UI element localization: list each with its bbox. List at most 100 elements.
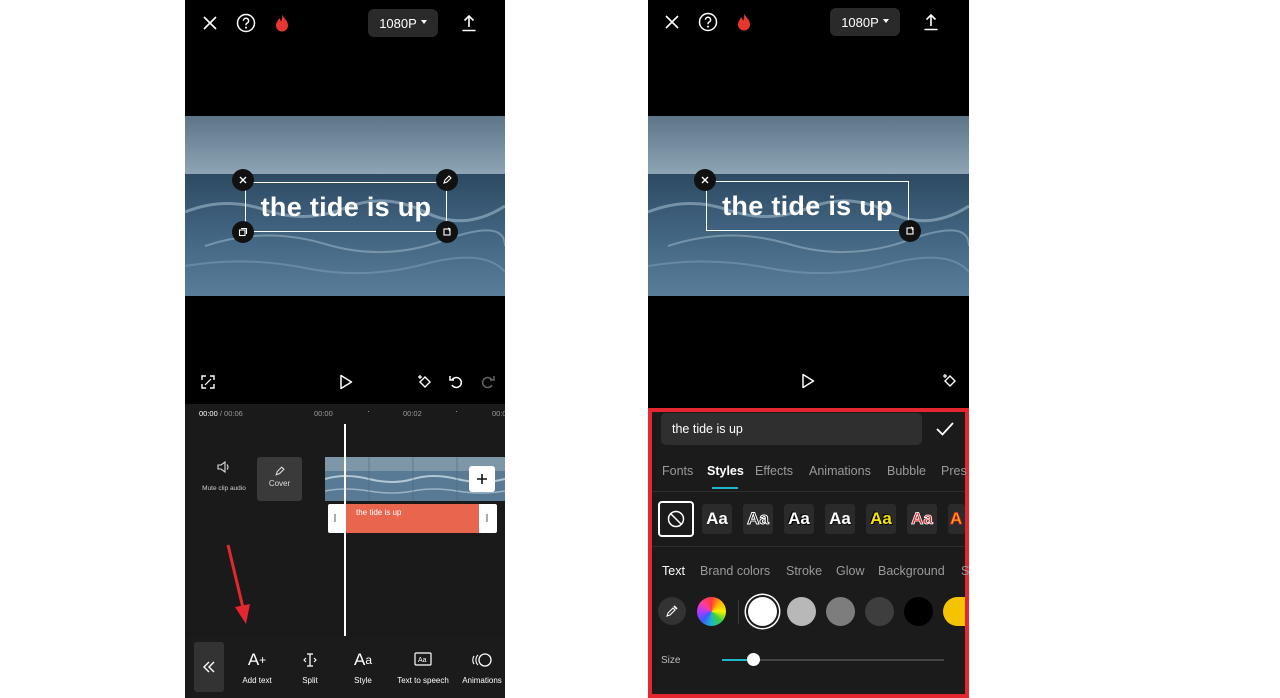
animations-button[interactable]: Animations	[452, 648, 505, 685]
video-preview[interactable]: the tide is up	[648, 116, 969, 296]
playback-controls	[648, 365, 969, 397]
split-button[interactable]: Split	[280, 648, 340, 685]
timeline[interactable]: Mute clip audio Cover the tide is up	[185, 424, 505, 636]
rotate-scale-icon[interactable]	[899, 220, 921, 242]
timecode: 00:00 / 00:06	[199, 409, 243, 418]
play-icon[interactable]	[336, 372, 356, 392]
style-preset[interactable]: Aa	[743, 504, 773, 534]
collapse-button[interactable]	[194, 642, 224, 692]
resolution-dropdown[interactable]: 1080P	[830, 8, 900, 36]
keyframe-icon[interactable]	[415, 372, 435, 392]
tab-effects[interactable]: Effects	[755, 464, 793, 478]
text-overlay-box[interactable]: the tide is up	[706, 181, 909, 231]
tool-label: Style	[354, 676, 372, 685]
color-wheel-swatch[interactable]	[697, 597, 726, 626]
fullscreen-icon[interactable]	[199, 373, 217, 391]
color-swatch[interactable]	[943, 597, 965, 626]
redo-icon[interactable]	[478, 372, 498, 392]
subtab-brand-colors[interactable]: Brand colors	[700, 564, 770, 578]
tab-presets[interactable]: Pres	[941, 464, 967, 478]
editor-screen-left: 1080P the tide is up 00:00 / 00:06 00:00…	[185, 0, 505, 698]
subtab-shadow[interactable]: S	[961, 564, 969, 578]
divider	[738, 600, 739, 624]
help-icon[interactable]	[235, 12, 257, 34]
top-bar: 1080P	[185, 0, 505, 46]
color-swatch[interactable]	[865, 597, 894, 626]
eyedropper-button[interactable]	[658, 597, 686, 625]
text-overlay-box[interactable]: the tide is up	[245, 182, 447, 232]
text-to-speech-button[interactable]: Aa Text to speech	[393, 648, 453, 685]
style-preset[interactable]: Aa	[907, 504, 937, 534]
subtab-text[interactable]: Text	[662, 564, 685, 578]
text-to-speech-icon: Aa	[414, 648, 432, 672]
trim-handle-right[interactable]	[486, 514, 488, 522]
rotate-scale-icon[interactable]	[436, 221, 458, 243]
tool-label: Split	[302, 676, 318, 685]
tool-label: Add text	[242, 676, 272, 685]
playhead[interactable]	[344, 424, 346, 636]
subtab-glow[interactable]: Glow	[836, 564, 864, 578]
style-preset[interactable]: Aa	[784, 504, 814, 534]
mute-clip-audio-button[interactable]: Mute clip audio	[195, 458, 253, 492]
flame-icon[interactable]	[271, 11, 293, 35]
style-preset[interactable]: Aa	[866, 504, 896, 534]
text-overlay: the tide is up	[722, 190, 893, 221]
edit-pencil-icon[interactable]	[436, 169, 458, 191]
close-icon[interactable]	[199, 12, 221, 34]
style-preset[interactable]: A	[948, 504, 965, 534]
time-ruler: 00:00 / 00:06 00:00 · 00:02 · 00:0	[185, 404, 505, 424]
style-preset[interactable]: Aa	[825, 504, 855, 534]
color-swatch[interactable]	[826, 597, 855, 626]
color-swatch[interactable]	[748, 597, 777, 626]
double-chevron-left-icon	[203, 661, 215, 673]
keyframe-icon[interactable]	[940, 371, 960, 391]
delete-handle-icon[interactable]	[232, 169, 254, 191]
add-text-button[interactable]: A + Add text	[227, 648, 287, 685]
style-none-button[interactable]	[658, 501, 694, 537]
delete-handle-icon[interactable]	[694, 169, 716, 191]
style-button[interactable]: Aa Style	[333, 648, 393, 685]
style-preset[interactable]: Aa	[702, 504, 732, 534]
ruler-dot: ·	[455, 406, 458, 416]
cover-button[interactable]: Cover	[257, 457, 302, 501]
speaker-icon	[195, 458, 253, 476]
animations-icon	[470, 648, 494, 672]
ruler-dot: ·	[367, 406, 370, 416]
size-slider-track[interactable]	[722, 653, 944, 666]
tab-animations[interactable]: Animations	[809, 464, 871, 478]
size-slider-handle[interactable]	[747, 653, 761, 666]
export-icon[interactable]	[458, 12, 480, 34]
ruler-mark: 00:02	[403, 409, 422, 418]
text-track-clip[interactable]: the tide is up	[328, 504, 497, 533]
tab-styles[interactable]: Styles	[707, 464, 744, 478]
color-swatch[interactable]	[787, 597, 816, 626]
svg-text:Aa: Aa	[418, 657, 427, 664]
tab-fonts[interactable]: Fonts	[662, 464, 693, 478]
help-icon[interactable]	[697, 11, 719, 33]
close-icon[interactable]	[661, 11, 683, 33]
undo-icon[interactable]	[446, 372, 466, 392]
subtab-stroke[interactable]: Stroke	[786, 564, 822, 578]
cover-label: Cover	[268, 479, 291, 488]
video-clip[interactable]	[325, 457, 505, 501]
bottom-toolbar: A + Add text Split Aa Style Aa Text to sp…	[185, 636, 505, 698]
size-label: Size	[661, 655, 681, 666]
play-icon[interactable]	[798, 371, 818, 391]
subtab-background[interactable]: Background	[878, 564, 945, 578]
color-swatch[interactable]	[904, 597, 933, 626]
ruler-mark: 00:00	[314, 409, 333, 418]
add-clip-button[interactable]	[469, 466, 495, 492]
duplicate-icon[interactable]	[232, 221, 254, 243]
flame-icon[interactable]	[733, 10, 755, 34]
resolution-dropdown[interactable]: 1080P	[368, 9, 438, 37]
mute-label: Mute clip audio	[202, 485, 246, 492]
divider	[652, 546, 965, 547]
annotation-arrow	[226, 544, 250, 624]
video-preview[interactable]: the tide is up	[185, 116, 505, 296]
trim-handle-left[interactable]	[334, 514, 336, 522]
text-input[interactable]: the tide is up	[661, 413, 922, 445]
export-icon[interactable]	[920, 11, 942, 33]
confirm-check-icon[interactable]	[934, 419, 956, 439]
tab-bubble[interactable]: Bubble	[887, 464, 926, 478]
eyedropper-icon	[666, 605, 678, 617]
